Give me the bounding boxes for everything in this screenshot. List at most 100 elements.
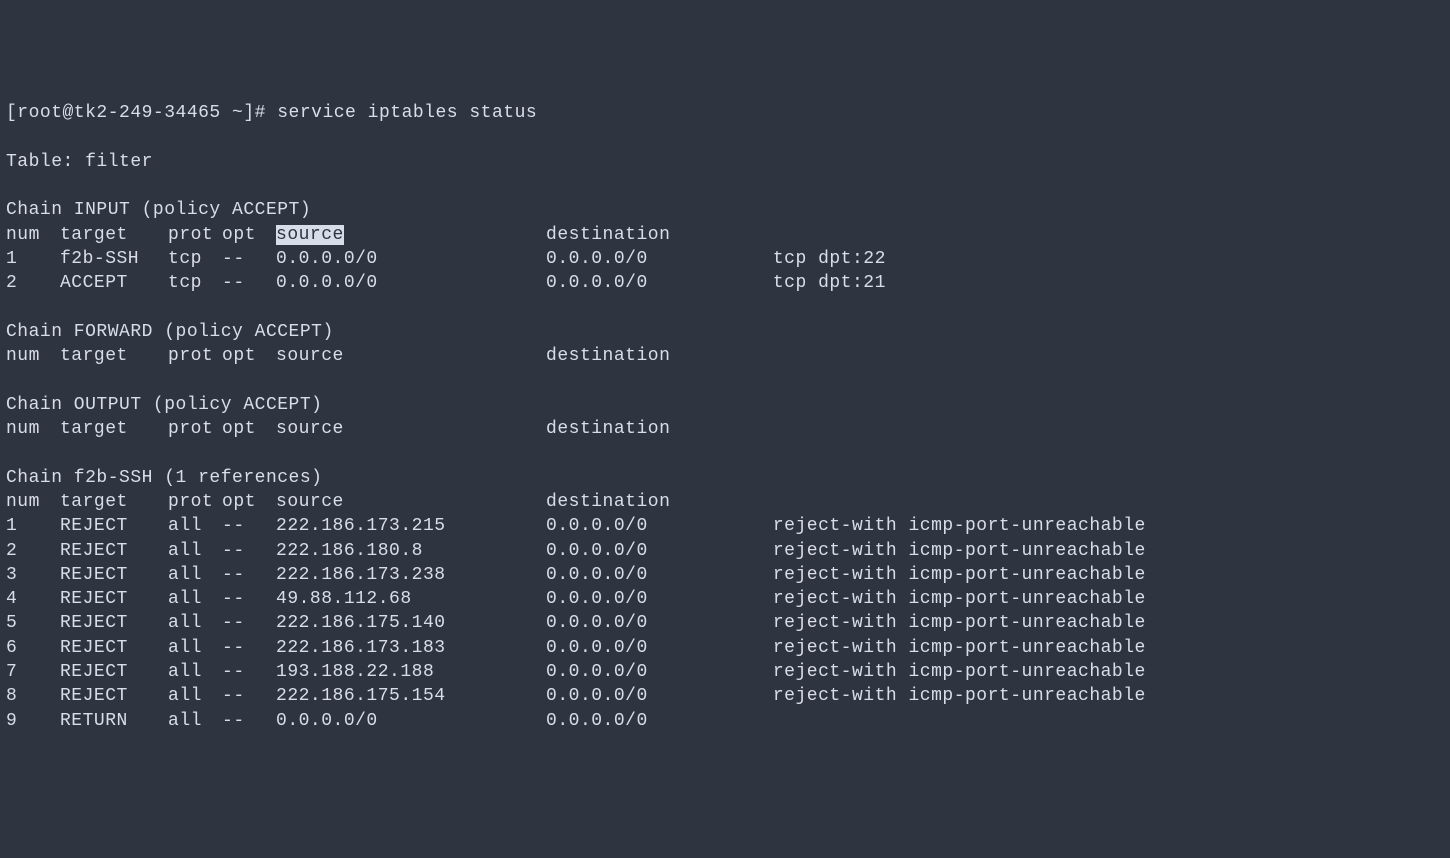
- rule-num: 1: [6, 514, 60, 538]
- rule-prot: all: [168, 636, 222, 660]
- hdr-source-wrap: source: [276, 223, 546, 247]
- rule-prot: all: [168, 563, 222, 587]
- rule-num: 7: [6, 660, 60, 684]
- rule-target: ACCEPT: [60, 271, 168, 295]
- hdr-source: source: [276, 344, 546, 368]
- rule-target: REJECT: [60, 684, 168, 708]
- rule-prot: tcp: [168, 247, 222, 271]
- rule-destination: 0.0.0.0/0: [546, 684, 773, 708]
- rule-num: 5: [6, 611, 60, 635]
- hdr-target: target: [60, 490, 168, 514]
- rule-target: REJECT: [60, 611, 168, 635]
- rule-num: 3: [6, 563, 60, 587]
- rule-destination: 0.0.0.0/0: [546, 611, 773, 635]
- rule-source: 193.188.22.188: [276, 660, 546, 684]
- rule-prot: all: [168, 611, 222, 635]
- rule-opt: --: [222, 563, 276, 587]
- chain-title: Chain OUTPUT (policy ACCEPT): [6, 393, 1444, 417]
- rule-row: 2REJECTall--222.186.180.80.0.0.0/0reject…: [6, 539, 1444, 563]
- rule-prot: all: [168, 684, 222, 708]
- rule-row: 8REJECTall--222.186.175.1540.0.0.0/0reje…: [6, 684, 1444, 708]
- rule-num: 9: [6, 709, 60, 733]
- hdr-source: source: [276, 417, 546, 441]
- rule-prot: all: [168, 539, 222, 563]
- rule-row: 6REJECTall--222.186.173.1830.0.0.0/0reje…: [6, 636, 1444, 660]
- rule-row: 3REJECTall--222.186.173.2380.0.0.0/0reje…: [6, 563, 1444, 587]
- hdr-target: target: [60, 223, 168, 247]
- rule-extra: reject-with icmp-port-unreachable: [773, 613, 1146, 633]
- chain-title: Chain FORWARD (policy ACCEPT): [6, 320, 1444, 344]
- rule-destination: 0.0.0.0/0: [546, 709, 773, 733]
- rule-source: 0.0.0.0/0: [276, 709, 546, 733]
- rule-destination: 0.0.0.0/0: [546, 563, 773, 587]
- command-text: service iptables status: [277, 103, 537, 123]
- rule-row: 9RETURNall--0.0.0.0/00.0.0.0/0: [6, 709, 1444, 733]
- rule-row: 7REJECTall--193.188.22.1880.0.0.0/0rejec…: [6, 660, 1444, 684]
- chain-header-row: numtargetprotoptsourcedestination: [6, 417, 1444, 441]
- rule-destination: 0.0.0.0/0: [546, 514, 773, 538]
- rule-destination: 0.0.0.0/0: [546, 539, 773, 563]
- rule-destination: 0.0.0.0/0: [546, 636, 773, 660]
- hdr-prot: prot: [168, 344, 222, 368]
- rule-extra: reject-with icmp-port-unreachable: [773, 516, 1146, 536]
- hdr-destination: destination: [546, 344, 773, 368]
- table-line: Table: filter: [6, 150, 1444, 174]
- rule-source: 222.186.175.140: [276, 611, 546, 635]
- chain-title: Chain INPUT (policy ACCEPT): [6, 198, 1444, 222]
- rule-prot: tcp: [168, 271, 222, 295]
- hdr-prot: prot: [168, 490, 222, 514]
- rule-extra: reject-with icmp-port-unreachable: [773, 589, 1146, 609]
- hdr-num: num: [6, 490, 60, 514]
- hdr-destination: destination: [546, 490, 773, 514]
- rule-source: 222.186.173.238: [276, 563, 546, 587]
- rule-target: f2b-SSH: [60, 247, 168, 271]
- rule-target: RETURN: [60, 709, 168, 733]
- rule-row: 1REJECTall--222.186.173.2150.0.0.0/0reje…: [6, 514, 1444, 538]
- rule-extra: reject-with icmp-port-unreachable: [773, 565, 1146, 585]
- rule-source: 222.186.173.183: [276, 636, 546, 660]
- hdr-source[interactable]: source: [276, 225, 344, 245]
- rule-extra: reject-with icmp-port-unreachable: [773, 638, 1146, 658]
- rule-source: 222.186.180.8: [276, 539, 546, 563]
- rule-extra: reject-with icmp-port-unreachable: [773, 541, 1146, 561]
- prompt-prefix: [root@tk2-249-34465 ~]#: [6, 103, 277, 123]
- hdr-destination: destination: [546, 417, 773, 441]
- hdr-num: num: [6, 223, 60, 247]
- rule-opt: --: [222, 611, 276, 635]
- hdr-num: num: [6, 344, 60, 368]
- rule-row: 2ACCEPTtcp--0.0.0.0/00.0.0.0/0tcp dpt:21: [6, 271, 1444, 295]
- rule-num: 2: [6, 539, 60, 563]
- rule-prot: all: [168, 514, 222, 538]
- rule-target: REJECT: [60, 539, 168, 563]
- hdr-num: num: [6, 417, 60, 441]
- hdr-opt: opt: [222, 344, 276, 368]
- hdr-opt: opt: [222, 490, 276, 514]
- rule-extra: tcp dpt:21: [773, 273, 886, 293]
- hdr-opt: opt: [222, 223, 276, 247]
- rule-opt: --: [222, 636, 276, 660]
- rule-opt: --: [222, 684, 276, 708]
- chains-container: Chain INPUT (policy ACCEPT)numtargetprot…: [6, 198, 1444, 733]
- rule-opt: --: [222, 709, 276, 733]
- rule-destination: 0.0.0.0/0: [546, 271, 773, 295]
- rule-target: REJECT: [60, 563, 168, 587]
- hdr-target: target: [60, 344, 168, 368]
- blank-line: [6, 296, 1444, 320]
- hdr-target: target: [60, 417, 168, 441]
- prompt-line[interactable]: [root@tk2-249-34465 ~]# service iptables…: [6, 101, 1444, 125]
- hdr-prot: prot: [168, 417, 222, 441]
- rule-source: 222.186.173.215: [276, 514, 546, 538]
- rule-prot: all: [168, 709, 222, 733]
- rule-extra: tcp dpt:22: [773, 249, 886, 269]
- rule-opt: --: [222, 539, 276, 563]
- chain-header-row: numtargetprotoptsourcedestination: [6, 223, 1444, 247]
- chain-header-row: numtargetprotoptsourcedestination: [6, 490, 1444, 514]
- rule-target: REJECT: [60, 660, 168, 684]
- rule-target: REJECT: [60, 636, 168, 660]
- rule-num: 6: [6, 636, 60, 660]
- rule-destination: 0.0.0.0/0: [546, 247, 773, 271]
- rule-opt: --: [222, 271, 276, 295]
- rule-extra: reject-with icmp-port-unreachable: [773, 662, 1146, 682]
- hdr-destination: destination: [546, 223, 773, 247]
- rule-target: REJECT: [60, 514, 168, 538]
